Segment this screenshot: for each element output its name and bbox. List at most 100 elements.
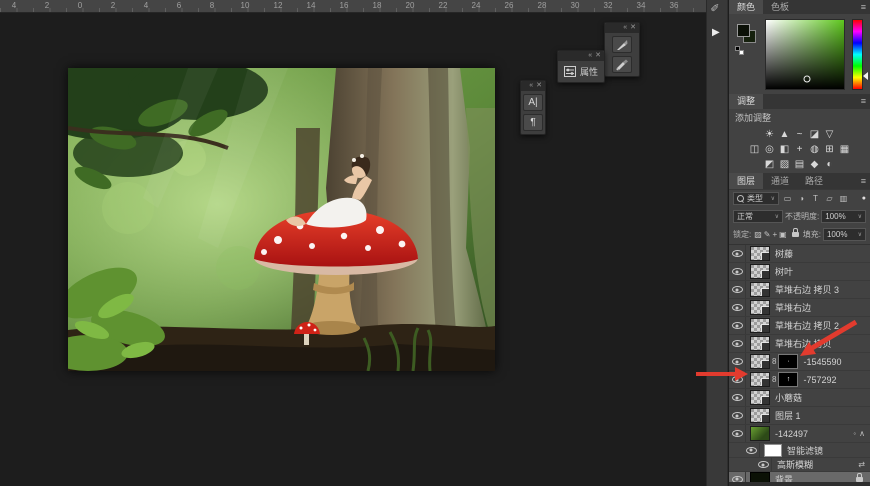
visibility-toggle[interactable] — [729, 263, 746, 280]
lock-artboard-icon[interactable]: ▣ — [779, 230, 787, 239]
visibility-toggle[interactable] — [729, 425, 746, 442]
panel-menu-icon[interactable]: ≡ — [857, 0, 870, 14]
visibility-toggle[interactable] — [729, 335, 746, 352]
character-panel-icon[interactable]: A| — [523, 94, 543, 111]
opacity-select[interactable]: 100% ∨ — [821, 210, 866, 223]
link-icon[interactable]: 8 — [772, 375, 776, 384]
pen-tool-icon[interactable]: ✎ — [709, 3, 722, 12]
layer-mask-thumbnail[interactable]: ↑ — [778, 372, 798, 387]
visibility-toggle[interactable] — [729, 353, 746, 370]
brush-settings-icon[interactable] — [612, 36, 632, 53]
visibility-toggle[interactable] — [729, 472, 746, 482]
visibility-toggle[interactable] — [755, 458, 772, 471]
close-panel-icon[interactable]: ✕ — [536, 82, 542, 90]
filter-pixel-layers-icon[interactable]: ▭ — [781, 192, 794, 205]
visibility-toggle[interactable] — [729, 281, 746, 298]
foreground-color-swatch[interactable] — [737, 24, 750, 37]
panel-menu-icon[interactable]: ≡ — [857, 94, 870, 109]
horizontal-ruler[interactable]: 42024681012141618202224262830323436 — [0, 0, 706, 13]
layer-option-icon[interactable]: ⇄ — [858, 460, 865, 469]
filter-smart-objects-icon[interactable]: ▥ — [837, 192, 850, 205]
layer-option-icon[interactable]: ◦ — [853, 429, 856, 438]
visibility-toggle[interactable] — [729, 371, 746, 388]
adjustment-icon[interactable]: ◆ — [809, 157, 820, 172]
layer-row[interactable]: 8·-1545590 — [729, 353, 870, 371]
properties-panel-button[interactable]: 属性 — [558, 61, 604, 82]
layer-thumbnail[interactable] — [750, 282, 770, 297]
filter-adjustment-layers-icon[interactable]: ◑ — [795, 192, 808, 205]
lock-transparency-icon[interactable]: ▨ — [754, 230, 762, 239]
close-panel-icon[interactable]: ✕ — [630, 24, 636, 32]
lock-paint-icon[interactable]: ✎ — [764, 230, 771, 239]
tab-channels[interactable]: 通道 — [763, 173, 797, 189]
layer-option-icon[interactable]: ∧ — [859, 429, 865, 438]
layer-row[interactable]: 树叶 — [729, 263, 870, 281]
layer-thumbnail[interactable] — [750, 246, 770, 261]
panel-menu-icon[interactable]: ≡ — [857, 173, 870, 189]
layer-thumbnail[interactable] — [750, 408, 770, 423]
layer-filter-toggle[interactable]: ● — [862, 195, 866, 202]
layer-row[interactable]: 背景 — [729, 472, 870, 482]
brushes-icon[interactable] — [612, 56, 632, 73]
visibility-toggle[interactable] — [729, 299, 746, 316]
collapse-panel-icon[interactable]: « — [588, 52, 592, 60]
tab-layers[interactable]: 图层 — [729, 173, 763, 189]
layer-thumbnail[interactable] — [750, 354, 770, 369]
blend-mode-select[interactable]: 正常 ∨ — [733, 210, 783, 223]
layer-thumbnail[interactable] — [750, 336, 770, 351]
collapse-panel-icon[interactable]: « — [623, 24, 627, 32]
hue-slider-handle[interactable] — [863, 72, 868, 80]
layer-row[interactable]: 草堆右边 拷贝 3 — [729, 281, 870, 299]
link-icon[interactable]: 8 — [772, 357, 776, 366]
layer-mask-thumbnail[interactable]: · — [778, 354, 798, 369]
collapse-panel-icon[interactable]: « — [529, 82, 533, 90]
expand-panels-icon[interactable]: ▶ — [712, 27, 720, 38]
layer-row[interactable]: 草堆右边 — [729, 299, 870, 317]
layer-thumbnail[interactable] — [750, 390, 770, 405]
tab-swatches[interactable]: 色板 — [763, 0, 797, 14]
layer-thumbnail[interactable] — [750, 318, 770, 333]
collapsed-dock-strip[interactable]: ✎ ▶ — [706, 0, 728, 486]
filter-type-layers-icon[interactable]: T — [809, 192, 822, 205]
layer-row[interactable]: -142497◦∧ — [729, 425, 870, 443]
layer-row[interactable]: 草堆右边 拷贝 2 — [729, 317, 870, 335]
lock-position-icon[interactable]: + — [773, 230, 778, 239]
adjustment-icon[interactable]: ▦ — [839, 142, 850, 157]
layer-row[interactable]: 树藤 — [729, 245, 870, 263]
lock-all-icon[interactable] — [792, 232, 799, 237]
layer-thumbnail[interactable] — [764, 444, 782, 457]
paragraph-panel-icon[interactable]: ¶ — [523, 114, 543, 131]
tab-paths[interactable]: 路径 — [797, 173, 831, 189]
floating-panel-properties[interactable]: « ✕ 属性 — [557, 50, 605, 83]
visibility-toggle[interactable] — [729, 245, 746, 262]
adjustment-icon[interactable]: ◫ — [749, 142, 760, 157]
layer-thumbnail[interactable] — [750, 426, 770, 441]
visibility-toggle[interactable] — [729, 407, 746, 424]
tab-color[interactable]: 颜色 — [729, 0, 763, 14]
document-area[interactable]: 42024681012141618202224262830323436 — [0, 0, 706, 486]
layer-thumbnail[interactable] — [750, 372, 770, 387]
layer-thumbnail[interactable] — [750, 264, 770, 279]
filter-shape-layers-icon[interactable]: ▱ — [823, 192, 836, 205]
visibility-toggle[interactable] — [729, 389, 746, 406]
layer-row[interactable]: 高斯模糊⇄ — [729, 458, 870, 472]
layer-thumbnail[interactable] — [750, 472, 770, 483]
default-colors-icon[interactable] — [735, 46, 744, 55]
floating-panel-brush-group[interactable]: « ✕ — [604, 22, 640, 77]
close-panel-icon[interactable]: ✕ — [595, 52, 601, 60]
layer-thumbnail[interactable] — [750, 300, 770, 315]
adjustment-icon[interactable]: ◐ — [824, 157, 835, 172]
layer-row[interactable]: 图层 1 — [729, 407, 870, 425]
layer-row[interactable]: 8↑-757292 — [729, 371, 870, 389]
fill-select[interactable]: 100% ∨ — [823, 228, 866, 241]
adjustment-icon[interactable]: ▨ — [779, 157, 790, 172]
canvas-image[interactable] — [68, 68, 495, 371]
visibility-toggle[interactable] — [729, 317, 746, 334]
layer-row[interactable]: 草堆右边 拷贝 — [729, 335, 870, 353]
layer-row[interactable]: 小蘑菇 — [729, 389, 870, 407]
visibility-toggle[interactable] — [743, 443, 760, 457]
layer-row[interactable]: 智能滤镜 — [729, 443, 870, 458]
tab-adjustments[interactable]: 调整 — [729, 94, 763, 109]
adjustment-icon[interactable]: ▤ — [794, 157, 805, 172]
filter-kind-select[interactable]: 类型 ∨ — [733, 192, 779, 205]
